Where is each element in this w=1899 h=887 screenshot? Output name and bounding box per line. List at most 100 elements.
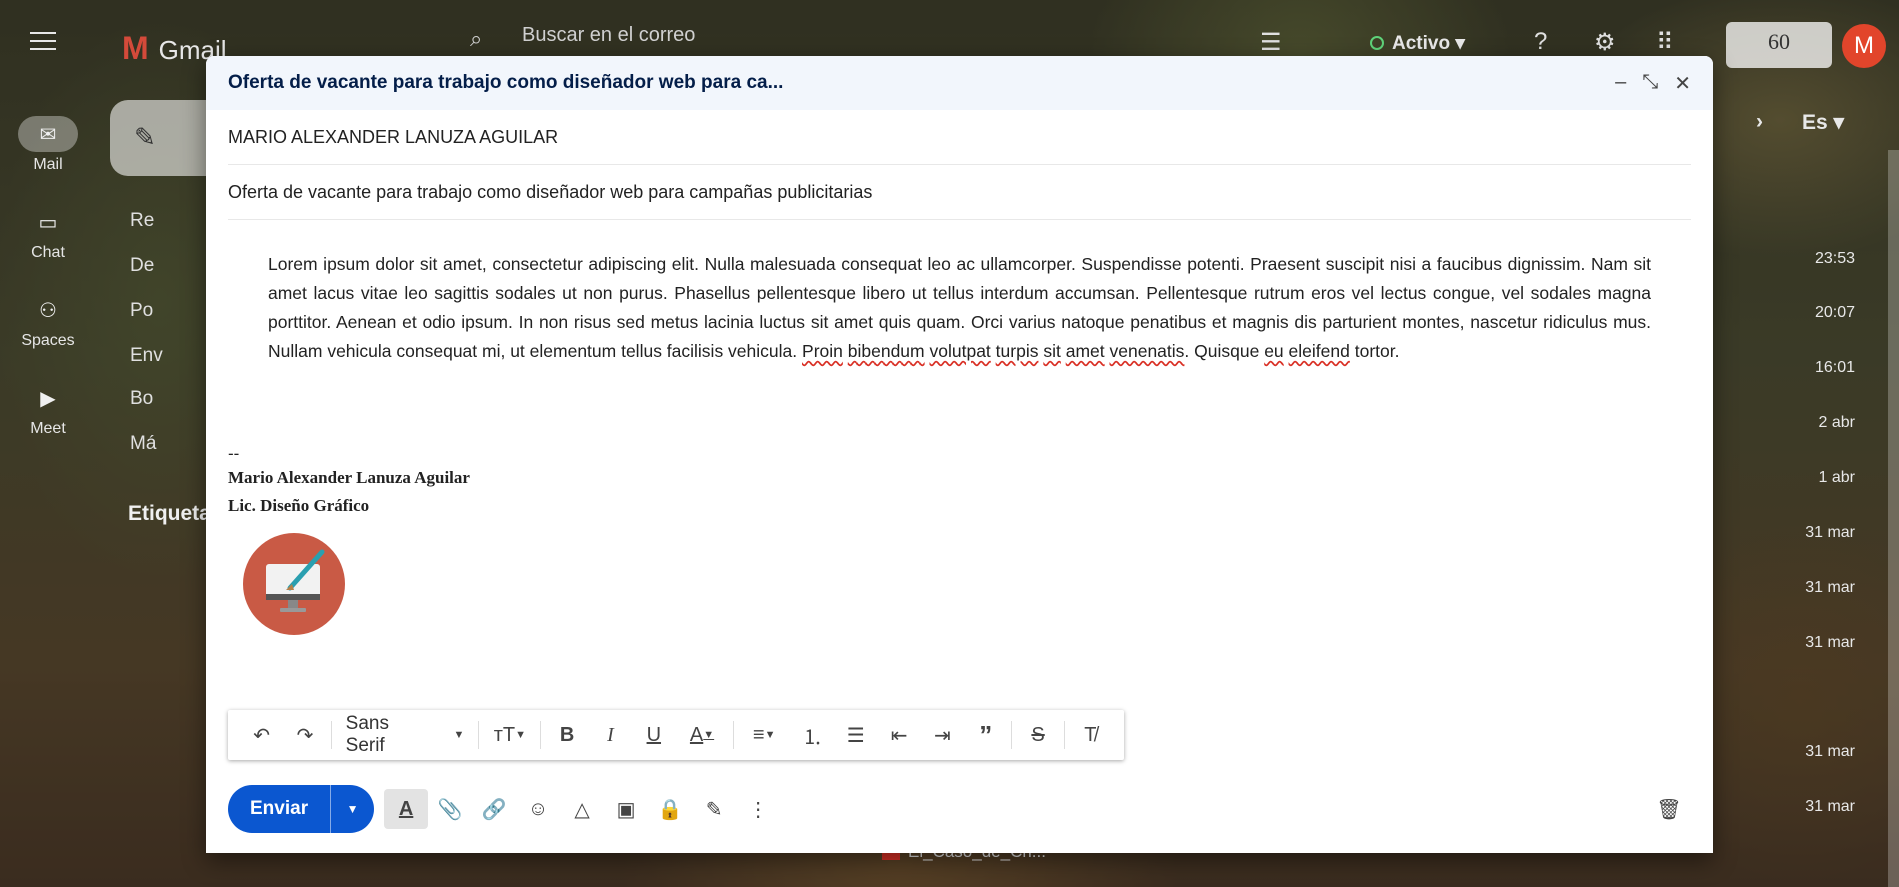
- nav-item[interactable]: Re: [130, 210, 154, 232]
- formatting-options-icon[interactable]: A: [384, 789, 429, 829]
- misspelled-word[interactable]: amet: [1066, 341, 1105, 361]
- discard-trash-icon[interactable]: 🗑: [1647, 789, 1691, 829]
- compose-dialog: Oferta de vacante para trabajo como dise…: [206, 56, 1713, 853]
- misspelled-word[interactable]: turpis: [996, 341, 1039, 361]
- minimize-icon[interactable]: –: [1615, 71, 1626, 96]
- undo-icon[interactable]: ↶: [240, 715, 283, 755]
- signature-pen-icon[interactable]: ✎: [692, 789, 736, 829]
- status-selector[interactable]: Activo ▾: [1370, 32, 1465, 55]
- bulleted-list-icon[interactable]: ☰: [834, 715, 877, 755]
- font-label: Sans Serif: [345, 713, 389, 756]
- subject-text: Oferta de vacante para trabajo como dise…: [228, 181, 873, 202]
- email-time: 31 mar: [1805, 634, 1855, 651]
- text-size-icon[interactable]: тT ▼: [483, 715, 536, 755]
- search-options-icon[interactable]: ☰: [1260, 28, 1282, 57]
- rail-chat-label: Chat: [31, 244, 65, 261]
- signature-name: Mario Alexander Lanuza Aguilar: [228, 468, 470, 487]
- indent-less-icon[interactable]: ⇤: [877, 715, 920, 755]
- email-time: 31 mar: [1805, 798, 1855, 815]
- mail-icon: ✉: [18, 116, 78, 152]
- send-button[interactable]: Enviar: [228, 785, 330, 833]
- insert-link-icon[interactable]: 🔗: [472, 789, 516, 829]
- confidential-mode-icon[interactable]: 🔒: [648, 789, 692, 829]
- account-avatar[interactable]: M: [1842, 24, 1886, 68]
- indent-more-icon[interactable]: ⇥: [921, 715, 964, 755]
- quote-icon[interactable]: ”: [964, 715, 1007, 755]
- more-options-icon[interactable]: ⋮: [736, 789, 780, 829]
- email-time: 23:53: [1814, 250, 1855, 267]
- body-text-fragment: tortor.: [1354, 341, 1400, 361]
- close-icon[interactable]: ✕: [1674, 71, 1691, 96]
- subject-field[interactable]: Oferta de vacante para trabajo como dise…: [228, 165, 1691, 220]
- compose-action-bar: Enviar ▼ A 📎 🔗 ☺ △ ▣ 🔒 ✎ ⋮ 🗑: [228, 784, 1691, 834]
- apps-grid-icon[interactable]: ⠿: [1656, 28, 1674, 57]
- attach-file-icon[interactable]: 📎: [428, 789, 472, 829]
- misspelled-word[interactable]: venenatis: [1110, 341, 1185, 361]
- to-field[interactable]: MARIO ALEXANDER LANUZA AGUILAR: [228, 110, 1691, 165]
- text-color-icon[interactable]: A ▼: [675, 715, 728, 755]
- nav-item[interactable]: Bo: [130, 388, 153, 410]
- insert-photo-icon[interactable]: ▣: [604, 789, 648, 829]
- misspelled-word[interactable]: Proin: [802, 341, 843, 361]
- exit-fullscreen-icon[interactable]: ⤡: [1642, 71, 1658, 96]
- misspelled-word[interactable]: volutpat: [930, 341, 991, 361]
- search-input[interactable]: Buscar en el correo: [522, 24, 695, 47]
- redo-icon[interactable]: ↷: [283, 715, 326, 755]
- next-page-icon[interactable]: ›: [1756, 110, 1763, 134]
- main-menu-icon[interactable]: [30, 32, 56, 52]
- message-body[interactable]: Lorem ipsum dolor sit amet, consectetur …: [268, 250, 1651, 366]
- designer-monitor-logo: [243, 533, 345, 635]
- status-dot-icon: [1370, 36, 1384, 50]
- font-selector[interactable]: Sans Serif ▼: [336, 713, 475, 757]
- compose-title: Oferta de vacante para trabajo como dise…: [228, 72, 784, 93]
- misspelled-word[interactable]: bibendum: [848, 341, 925, 361]
- nav-item[interactable]: Env: [130, 345, 163, 367]
- pencil-icon: ✎: [134, 122, 156, 152]
- schedule-send-dropdown-icon[interactable]: ▼: [330, 785, 374, 833]
- search-icon[interactable]: ⌕: [470, 26, 482, 52]
- gmail-m-icon: M: [122, 30, 149, 66]
- email-time: 31 mar: [1805, 743, 1855, 760]
- body-text-fragment: . Quisque: [1184, 341, 1265, 361]
- email-time: 16:01: [1814, 359, 1855, 376]
- nav-item[interactable]: Má: [130, 433, 156, 455]
- chat-icon: ▭: [38, 211, 58, 234]
- recipient-name: MARIO ALEXANDER LANUZA AGUILAR: [228, 126, 559, 147]
- nav-item[interactable]: Po: [130, 300, 153, 322]
- rail-spaces-label: Spaces: [21, 332, 75, 349]
- rail-mail[interactable]: ✉ Mail: [0, 116, 96, 174]
- misspelled-word[interactable]: eleifend: [1289, 341, 1350, 361]
- compose-titlebar[interactable]: Oferta de vacante para trabajo como dise…: [206, 56, 1713, 110]
- misspelled-word[interactable]: eu: [1264, 341, 1283, 361]
- send-button-group: Enviar ▼: [228, 785, 375, 833]
- underline-icon[interactable]: U: [632, 715, 675, 755]
- drive-icon[interactable]: △: [560, 789, 604, 829]
- nav-item[interactable]: De: [130, 255, 154, 277]
- misspelled-word[interactable]: sit: [1043, 341, 1061, 361]
- rail-meet-label: Meet: [30, 420, 66, 437]
- labels-heading: Etiqueta: [128, 502, 211, 525]
- bold-icon[interactable]: B: [545, 715, 588, 755]
- rail-meet[interactable]: ▶ Meet: [0, 380, 96, 438]
- email-time: 1 abr: [1818, 469, 1855, 486]
- rail-mail-label: Mail: [33, 156, 63, 173]
- language-selector[interactable]: Es ▾: [1802, 110, 1844, 135]
- italic-icon[interactable]: I: [589, 715, 632, 755]
- signature-title: Lic. Diseño Gráfico: [228, 496, 370, 515]
- rail-chat[interactable]: ▭ Chat: [0, 204, 96, 262]
- remove-formatting-icon[interactable]: T̸: [1069, 715, 1112, 755]
- email-time: 20:07: [1814, 304, 1855, 321]
- status-label: Activo: [1392, 33, 1451, 54]
- email-time: 2 abr: [1818, 414, 1855, 431]
- scrollbar[interactable]: [1888, 150, 1899, 887]
- meet-icon: ▶: [40, 387, 56, 410]
- strikethrough-icon[interactable]: S: [1016, 715, 1059, 755]
- organization-logo[interactable]: 60: [1726, 22, 1832, 68]
- rail-spaces[interactable]: ⚇ Spaces: [0, 292, 96, 350]
- chevron-down-icon: ▼: [453, 729, 465, 741]
- numbered-list-icon[interactable]: ⒈: [791, 715, 834, 755]
- help-icon[interactable]: ?: [1534, 28, 1547, 56]
- settings-gear-icon[interactable]: ⚙: [1594, 28, 1616, 57]
- emoji-icon[interactable]: ☺: [516, 789, 560, 829]
- align-icon[interactable]: ≡ ▼: [738, 715, 791, 755]
